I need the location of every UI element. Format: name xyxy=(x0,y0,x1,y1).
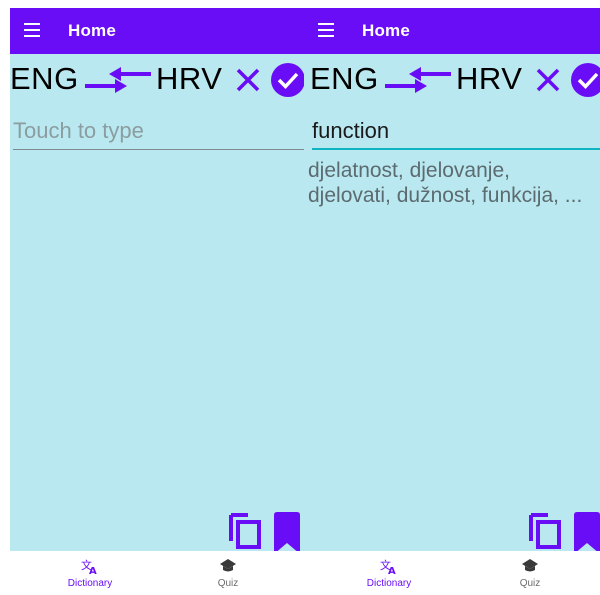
search-input[interactable]: Touch to type xyxy=(13,112,307,150)
nav-label-quiz: Quiz xyxy=(217,578,239,589)
translate-icon: 文 A xyxy=(380,558,396,575)
swap-arrows-icon[interactable] xyxy=(381,64,453,96)
search-input-placeholder: Touch to type xyxy=(13,118,144,143)
translate-icon: 文 A xyxy=(81,558,97,575)
swap-arrows-icon[interactable] xyxy=(81,64,153,96)
nav-item-quiz[interactable]: Quiz xyxy=(470,551,590,595)
screen-with-result: Home ENG HRV function djelatnost, djelov… xyxy=(304,8,600,595)
nav-item-dictionary[interactable]: 文 A Dictionary xyxy=(30,551,150,595)
hamburger-menu-icon[interactable] xyxy=(318,22,340,40)
graduation-cap-icon xyxy=(522,559,538,572)
svg-text:A: A xyxy=(388,566,396,575)
check-circle-icon[interactable] xyxy=(570,62,600,98)
search-input[interactable]: function xyxy=(312,112,600,150)
copy-icon[interactable] xyxy=(228,511,262,549)
screen-empty: Home ENG HRV Touch to type 文 A Dictionar… xyxy=(10,8,310,595)
close-x-icon[interactable] xyxy=(234,66,262,94)
graduation-cap-icon xyxy=(220,559,236,572)
app-bar: Home xyxy=(304,8,600,54)
nav-label-dictionary: Dictionary xyxy=(67,578,113,589)
bookmark-icon[interactable] xyxy=(272,511,302,555)
source-language[interactable]: ENG xyxy=(10,61,79,97)
translation-results: djelatnost, djelovanje, djelovati, dužno… xyxy=(308,159,583,207)
copy-icon[interactable] xyxy=(528,511,562,549)
nav-item-dictionary[interactable]: 文 A Dictionary xyxy=(329,551,449,595)
app-bar-title: Home xyxy=(362,21,411,40)
target-language[interactable]: HRV xyxy=(456,61,522,97)
check-circle-icon[interactable] xyxy=(270,62,306,98)
svg-text:A: A xyxy=(89,566,97,575)
nav-label-quiz: Quiz xyxy=(519,578,541,589)
source-language[interactable]: ENG xyxy=(310,61,379,97)
app-bar: Home xyxy=(10,8,310,54)
app-bar-title: Home xyxy=(68,21,117,40)
language-bar: ENG HRV xyxy=(10,58,310,102)
bottom-navigation: 文 A Dictionary Quiz xyxy=(10,551,310,595)
target-language[interactable]: HRV xyxy=(156,61,222,97)
nav-label-dictionary: Dictionary xyxy=(366,578,412,589)
nav-item-quiz[interactable]: Quiz xyxy=(168,551,288,595)
language-bar: ENG HRV xyxy=(304,58,600,102)
bottom-navigation: 文 A Dictionary Quiz xyxy=(304,551,600,595)
hamburger-menu-icon[interactable] xyxy=(24,22,46,40)
bookmark-icon[interactable] xyxy=(572,511,600,555)
close-x-icon[interactable] xyxy=(534,66,562,94)
search-input-value: function xyxy=(312,118,390,143)
